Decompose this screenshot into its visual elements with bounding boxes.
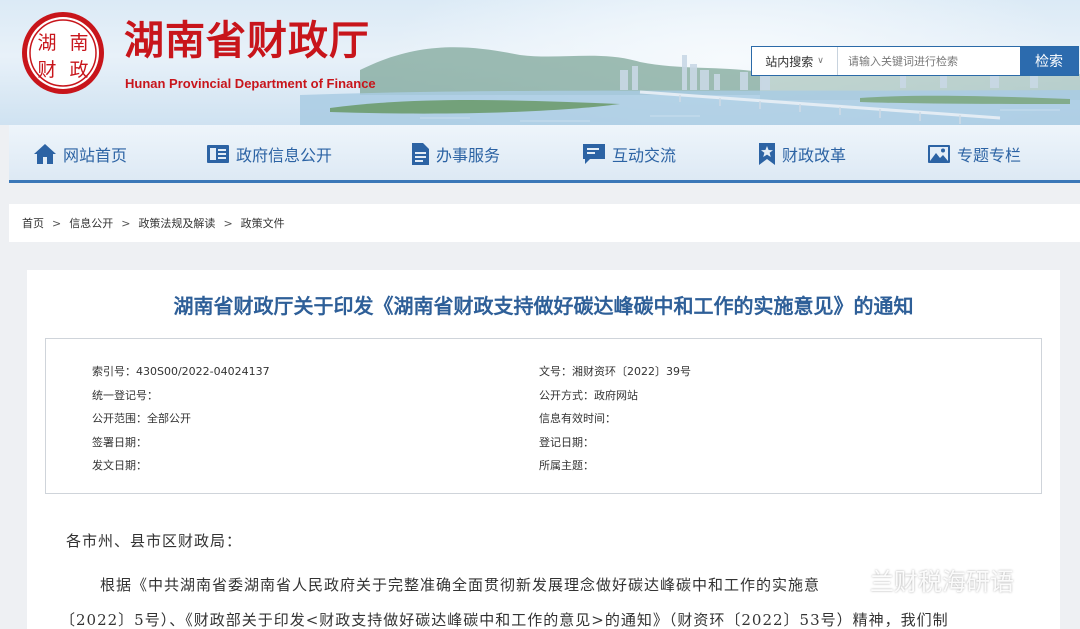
meta-reg-date: 登记日期： (539, 436, 594, 449)
chat-icon (583, 144, 605, 164)
svg-text:政: 政 (69, 59, 88, 81)
breadcrumb-home[interactable]: 首页 (22, 215, 44, 231)
nav-item-interaction[interactable]: 互动交流 (582, 141, 676, 167)
nav-item-label: 互动交流 (612, 146, 677, 165)
nav-item-services[interactable]: 办事服务 (410, 141, 500, 167)
search-bar: 站内搜索 ∨ 检索 (751, 46, 1079, 76)
meta-unified-reg-no: 统一登记号： (92, 389, 158, 402)
search-scope-label: 站内搜索 (765, 54, 814, 69)
nav-item-label: 政府信息公开 (236, 146, 333, 165)
watermark-text: 兰财税海研语 (870, 568, 1014, 596)
main-nav: 网站首页 政府信息公开 办事服务 互动交流 财政改革 专题专栏 (9, 125, 1080, 183)
salutation: 各市州、县市区财政局： (66, 532, 243, 550)
meta-index-no: 索引号：430S00/2022-04024137 (92, 365, 270, 378)
image-icon (928, 145, 950, 163)
breadcrumb-policy[interactable]: 政策法规及解读 (138, 215, 215, 231)
nav-item-home[interactable]: 网站首页 (33, 141, 127, 167)
header-banner: 湖 南 财 政 湖南省财政厅 Hunan Provincial Departme… (0, 0, 1080, 125)
meta-doc-no: 文号：湘财资环〔2022〕39号 (539, 365, 691, 378)
nav-item-label: 财政改革 (782, 146, 847, 165)
document-list-icon (207, 145, 229, 163)
meta-subject: 所属主题： (539, 459, 594, 472)
account-watermark: 兰财税海研语 (838, 562, 1014, 597)
document-meta-table: 索引号：430S00/2022-04024137 统一登记号： 公开范围：全部公… (45, 338, 1042, 494)
home-icon (34, 144, 56, 164)
chevron-down-icon: ∨ (817, 56, 824, 66)
nav-item-label: 专题专栏 (957, 146, 1022, 165)
breadcrumb-policy-docs[interactable]: 政策文件 (241, 215, 285, 231)
svg-text:南: 南 (69, 32, 88, 54)
meta-sign-date: 签署日期： (92, 436, 147, 449)
svg-text:湖: 湖 (37, 32, 56, 54)
nav-item-special-topics[interactable]: 专题专栏 (927, 141, 1021, 167)
meta-public-method: 公开方式：政府网站 (539, 389, 638, 402)
bookmark-star-icon (759, 143, 775, 165)
search-scope-select[interactable]: 站内搜索 ∨ (752, 47, 838, 75)
meta-issue-date: 发文日期： (92, 459, 147, 472)
meta-public-scope: 公开范围：全部公开 (92, 412, 191, 425)
breadcrumb-separator: > (121, 216, 131, 230)
site-subtitle: Hunan Provincial Department of Finance (125, 76, 376, 91)
breadcrumb: 首页 > 信息公开 > 政策法规及解读 > 政策文件 (9, 204, 1080, 242)
meta-valid-time: 信息有效时间： (539, 412, 616, 425)
breadcrumb-separator: > (223, 216, 233, 230)
nav-item-label: 办事服务 (436, 146, 501, 165)
breadcrumb-separator: > (52, 216, 62, 230)
breadcrumb-info-public[interactable]: 信息公开 (69, 215, 113, 231)
nav-item-label: 网站首页 (63, 146, 128, 165)
paragraph-line-2: 〔2022〕5号）、《财政部关于印发<财政支持做好碳达峰碳中和工作的意见>的通知… (60, 611, 949, 629)
site-title: 湖南省财政厅 (124, 18, 370, 64)
department-logo-seal: 湖 南 财 政 (22, 12, 104, 94)
article-title: 湖南省财政厅关于印发《湖南省财政支持做好碳达峰碳中和工作的实施意见》的通知 (173, 294, 914, 318)
wechat-search-icon (840, 568, 864, 592)
paragraph-line-1: 根据《中共湖南省委湖南省人民政府关于完整准确全面贯彻新发展理念做好碳达峰碳中和工… (100, 576, 821, 594)
nav-item-finance-reform[interactable]: 财政改革 (758, 141, 846, 167)
search-button[interactable]: 检索 (1020, 47, 1078, 75)
svg-text:财: 财 (37, 59, 56, 81)
file-icon (412, 143, 429, 165)
nav-item-gov-info[interactable]: 政府信息公开 (206, 141, 332, 167)
search-input[interactable] (838, 47, 1020, 75)
